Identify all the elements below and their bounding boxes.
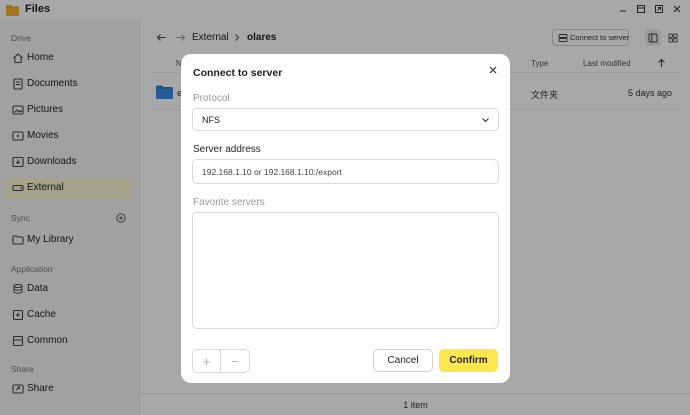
confirm-button[interactable]: Confirm (439, 349, 498, 372)
favorite-servers-label: Favorite servers (193, 197, 265, 208)
server-address-input[interactable] (193, 160, 498, 183)
protocol-value: NFS (202, 115, 220, 125)
favorites-add-remove-stepper: + − (192, 349, 250, 373)
dialog-title: Connect to server (193, 67, 283, 79)
chevron-down-icon (482, 118, 489, 123)
protocol-select[interactable]: NFS (192, 108, 499, 131)
server-address-label: Server address (193, 144, 261, 155)
favorite-servers-list[interactable] (192, 212, 499, 329)
cancel-button[interactable]: Cancel (373, 349, 433, 372)
dialog-close-icon[interactable] (486, 63, 500, 77)
add-favorite-button[interactable]: + (193, 350, 222, 372)
server-address-field[interactable] (192, 159, 499, 184)
protocol-label: Protocol (193, 93, 230, 104)
connect-to-server-dialog: Connect to server Protocol NFS Server ad… (181, 54, 510, 383)
remove-favorite-button[interactable]: − (221, 350, 249, 372)
